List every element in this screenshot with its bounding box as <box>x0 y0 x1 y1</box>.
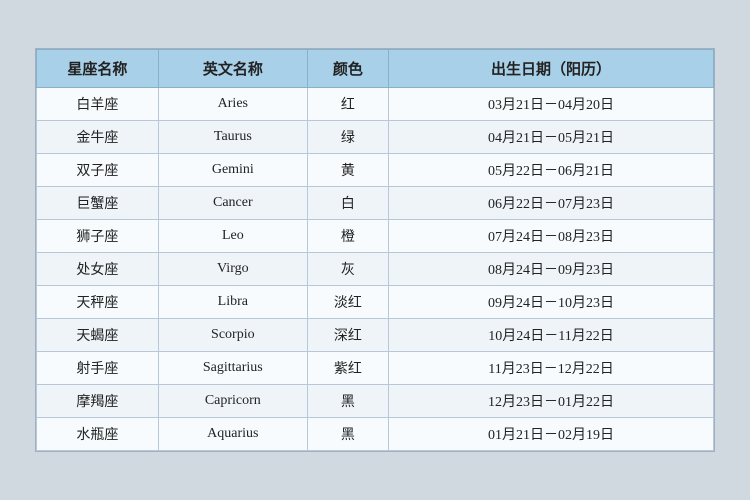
cell-date: 01月21日－02月19日 <box>389 418 714 451</box>
cell-date: 08月24日－09月23日 <box>389 253 714 286</box>
cell-en: Taurus <box>158 121 307 154</box>
zodiac-table: 星座名称 英文名称 颜色 出生日期（阳历） 白羊座Aries红03月21日－04… <box>36 49 714 451</box>
cell-zh: 白羊座 <box>37 88 159 121</box>
cell-color: 淡红 <box>307 286 388 319</box>
cell-date: 03月21日－04月20日 <box>389 88 714 121</box>
cell-en: Libra <box>158 286 307 319</box>
cell-en: Cancer <box>158 187 307 220</box>
cell-color: 紫红 <box>307 352 388 385</box>
cell-zh: 双子座 <box>37 154 159 187</box>
cell-zh: 天秤座 <box>37 286 159 319</box>
table-row: 水瓶座Aquarius黑01月21日－02月19日 <box>37 418 714 451</box>
cell-zh: 摩羯座 <box>37 385 159 418</box>
cell-en: Capricorn <box>158 385 307 418</box>
cell-date: 07月24日－08月23日 <box>389 220 714 253</box>
cell-en: Scorpio <box>158 319 307 352</box>
cell-zh: 巨蟹座 <box>37 187 159 220</box>
cell-color: 黑 <box>307 418 388 451</box>
table-row: 狮子座Leo橙07月24日－08月23日 <box>37 220 714 253</box>
cell-zh: 金牛座 <box>37 121 159 154</box>
cell-date: 12月23日－01月22日 <box>389 385 714 418</box>
table-row: 处女座Virgo灰08月24日－09月23日 <box>37 253 714 286</box>
header-en: 英文名称 <box>158 50 307 88</box>
table-row: 金牛座Taurus绿04月21日－05月21日 <box>37 121 714 154</box>
cell-en: Virgo <box>158 253 307 286</box>
table-row: 天秤座Libra淡红09月24日－10月23日 <box>37 286 714 319</box>
table-row: 射手座Sagittarius紫红11月23日－12月22日 <box>37 352 714 385</box>
cell-color: 灰 <box>307 253 388 286</box>
cell-color: 白 <box>307 187 388 220</box>
header-date: 出生日期（阳历） <box>389 50 714 88</box>
cell-date: 09月24日－10月23日 <box>389 286 714 319</box>
table-row: 天蝎座Scorpio深红10月24日－11月22日 <box>37 319 714 352</box>
cell-color: 橙 <box>307 220 388 253</box>
table-header-row: 星座名称 英文名称 颜色 出生日期（阳历） <box>37 50 714 88</box>
cell-zh: 射手座 <box>37 352 159 385</box>
table-row: 双子座Gemini黄05月22日－06月21日 <box>37 154 714 187</box>
cell-en: Aquarius <box>158 418 307 451</box>
cell-zh: 天蝎座 <box>37 319 159 352</box>
table-row: 摩羯座Capricorn黑12月23日－01月22日 <box>37 385 714 418</box>
cell-date: 11月23日－12月22日 <box>389 352 714 385</box>
cell-color: 绿 <box>307 121 388 154</box>
header-zh: 星座名称 <box>37 50 159 88</box>
cell-date: 04月21日－05月21日 <box>389 121 714 154</box>
cell-zh: 处女座 <box>37 253 159 286</box>
cell-date: 05月22日－06月21日 <box>389 154 714 187</box>
cell-color: 红 <box>307 88 388 121</box>
cell-zh: 水瓶座 <box>37 418 159 451</box>
cell-date: 06月22日－07月23日 <box>389 187 714 220</box>
cell-en: Gemini <box>158 154 307 187</box>
table-row: 白羊座Aries红03月21日－04月20日 <box>37 88 714 121</box>
zodiac-table-container: 星座名称 英文名称 颜色 出生日期（阳历） 白羊座Aries红03月21日－04… <box>35 48 715 452</box>
cell-date: 10月24日－11月22日 <box>389 319 714 352</box>
header-color: 颜色 <box>307 50 388 88</box>
cell-zh: 狮子座 <box>37 220 159 253</box>
cell-en: Leo <box>158 220 307 253</box>
table-row: 巨蟹座Cancer白06月22日－07月23日 <box>37 187 714 220</box>
cell-color: 深红 <box>307 319 388 352</box>
cell-color: 黑 <box>307 385 388 418</box>
cell-color: 黄 <box>307 154 388 187</box>
cell-en: Aries <box>158 88 307 121</box>
cell-en: Sagittarius <box>158 352 307 385</box>
